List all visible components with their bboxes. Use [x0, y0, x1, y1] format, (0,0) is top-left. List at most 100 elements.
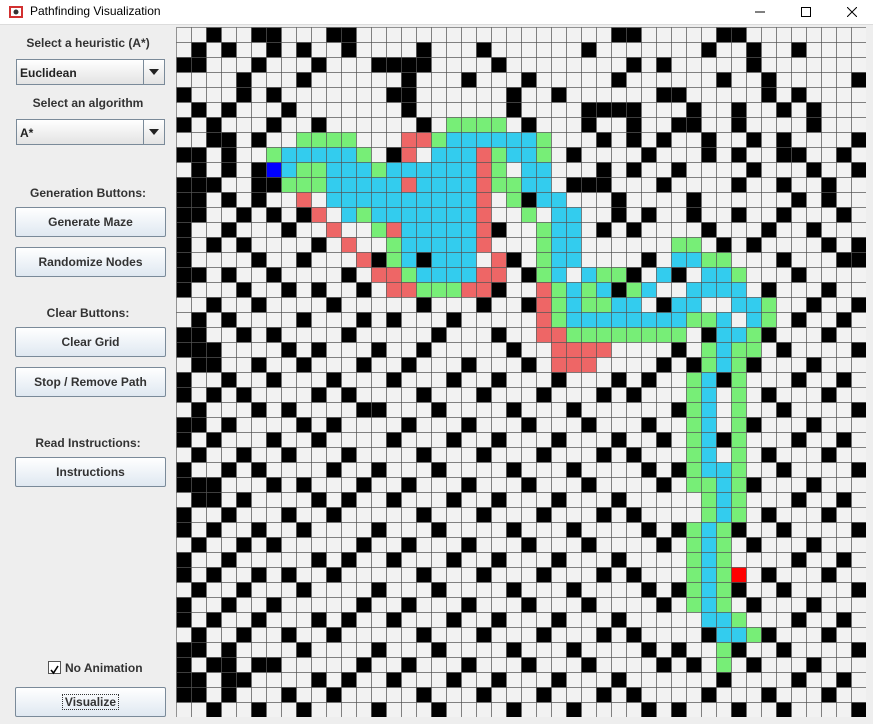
grid-cell-empty[interactable]	[701, 162, 717, 178]
grid-cell-path[interactable]	[296, 147, 312, 163]
grid-cell-empty[interactable]	[836, 282, 852, 298]
grid-cell-open[interactable]	[731, 492, 747, 508]
grid-cell-empty[interactable]	[776, 372, 792, 388]
grid-cell-path[interactable]	[551, 192, 567, 208]
grid-cell-empty[interactable]	[746, 402, 762, 418]
grid-cell-empty[interactable]	[401, 327, 417, 343]
grid-cell-empty[interactable]	[266, 687, 282, 703]
grid-cell-empty[interactable]	[221, 432, 237, 448]
grid-cell-empty[interactable]	[236, 507, 252, 523]
grid-cell-empty[interactable]	[761, 702, 777, 718]
grid-cell-wall[interactable]	[176, 192, 192, 208]
grid-cell-wall[interactable]	[296, 522, 312, 538]
grid-cell-open[interactable]	[536, 237, 552, 253]
grid-cell-empty[interactable]	[431, 537, 447, 553]
grid-cell-empty[interactable]	[641, 657, 657, 673]
grid-cell-empty[interactable]	[566, 567, 582, 583]
grid-cell-empty[interactable]	[671, 657, 687, 673]
grid-cell-empty[interactable]	[671, 417, 687, 433]
grid-cell-empty[interactable]	[641, 27, 657, 43]
grid-cell-empty[interactable]	[791, 657, 807, 673]
grid-cell-open[interactable]	[686, 522, 702, 538]
grid-cell-empty[interactable]	[851, 357, 867, 373]
grid-cell-empty[interactable]	[221, 582, 237, 598]
grid-cell-empty[interactable]	[716, 117, 732, 133]
grid-cell-empty[interactable]	[281, 642, 297, 658]
grid-cell-empty[interactable]	[746, 372, 762, 388]
grid-cell-empty[interactable]	[686, 702, 702, 718]
grid-cell-empty[interactable]	[536, 432, 552, 448]
grid-cell-empty[interactable]	[461, 447, 477, 463]
grid-cell-open[interactable]	[716, 657, 732, 673]
grid-cell-empty[interactable]	[506, 357, 522, 373]
grid-cell-empty[interactable]	[536, 42, 552, 58]
grid-cell-empty[interactable]	[761, 402, 777, 418]
grid-cell-empty[interactable]	[806, 462, 822, 478]
grid-cell-empty[interactable]	[641, 447, 657, 463]
grid-cell-empty[interactable]	[791, 207, 807, 223]
grid-cell-empty[interactable]	[341, 417, 357, 433]
grid-cell-path[interactable]	[551, 207, 567, 223]
grid-cell-empty[interactable]	[431, 612, 447, 628]
grid-cell-path[interactable]	[431, 222, 447, 238]
grid-cell-path[interactable]	[701, 567, 717, 583]
grid-cell-empty[interactable]	[656, 42, 672, 58]
grid-cell-wall[interactable]	[476, 387, 492, 403]
grid-cell-open[interactable]	[731, 402, 747, 418]
grid-cell-empty[interactable]	[851, 372, 867, 388]
grid-cell-empty[interactable]	[806, 237, 822, 253]
grid-cell-empty[interactable]	[701, 72, 717, 88]
grid-cell-wall[interactable]	[506, 252, 522, 268]
grid-cell-empty[interactable]	[701, 297, 717, 313]
grid-cell-empty[interactable]	[536, 342, 552, 358]
grid-cell-path[interactable]	[716, 627, 732, 643]
grid-cell-empty[interactable]	[416, 147, 432, 163]
grid-cell-path[interactable]	[461, 177, 477, 193]
grid-cell-empty[interactable]	[791, 522, 807, 538]
grid-cell-empty[interactable]	[656, 447, 672, 463]
grid-cell-empty[interactable]	[746, 642, 762, 658]
grid-cell-empty[interactable]	[806, 672, 822, 688]
grid-cell-empty[interactable]	[506, 222, 522, 238]
grid-cell-wall[interactable]	[446, 372, 462, 388]
grid-cell-empty[interactable]	[596, 522, 612, 538]
grid-cell-empty[interactable]	[476, 537, 492, 553]
grid-cell-wall[interactable]	[686, 357, 702, 373]
grid-cell-empty[interactable]	[251, 207, 267, 223]
grid-cell-open[interactable]	[761, 297, 777, 313]
grid-cell-path[interactable]	[371, 192, 387, 208]
grid-cell-empty[interactable]	[761, 552, 777, 568]
grid-cell-empty[interactable]	[416, 642, 432, 658]
grid-cell-wall[interactable]	[341, 612, 357, 628]
grid-cell-empty[interactable]	[281, 702, 297, 718]
grid-cell-empty[interactable]	[251, 267, 267, 283]
grid-cell-wall[interactable]	[326, 567, 342, 583]
grid-cell-path[interactable]	[446, 237, 462, 253]
grid-cell-path[interactable]	[611, 297, 627, 313]
grid-cell-wall[interactable]	[416, 507, 432, 523]
grid-cell-empty[interactable]	[521, 42, 537, 58]
grid-cell-open[interactable]	[581, 297, 597, 313]
grid-cell-wall[interactable]	[221, 642, 237, 658]
grid-cell-wall[interactable]	[611, 492, 627, 508]
grid-cell-empty[interactable]	[656, 147, 672, 163]
grid-cell-empty[interactable]	[806, 387, 822, 403]
pathfinding-grid[interactable]	[176, 27, 866, 717]
grid-cell-open[interactable]	[701, 342, 717, 358]
grid-cell-wall[interactable]	[176, 642, 192, 658]
grid-cell-wall[interactable]	[776, 642, 792, 658]
grid-cell-empty[interactable]	[296, 492, 312, 508]
grid-cell-open[interactable]	[581, 282, 597, 298]
grid-cell-empty[interactable]	[266, 132, 282, 148]
grid-cell-wall[interactable]	[386, 552, 402, 568]
grid-cell-empty[interactable]	[251, 672, 267, 688]
grid-cell-empty[interactable]	[761, 252, 777, 268]
grid-cell-empty[interactable]	[236, 357, 252, 373]
grid-cell-empty[interactable]	[821, 552, 837, 568]
grid-cell-empty[interactable]	[461, 507, 477, 523]
grid-cell-empty[interactable]	[761, 612, 777, 628]
grid-cell-open[interactable]	[446, 117, 462, 133]
grid-cell-wall[interactable]	[566, 147, 582, 163]
grid-cell-wall[interactable]	[851, 522, 867, 538]
grid-cell-empty[interactable]	[506, 477, 522, 493]
